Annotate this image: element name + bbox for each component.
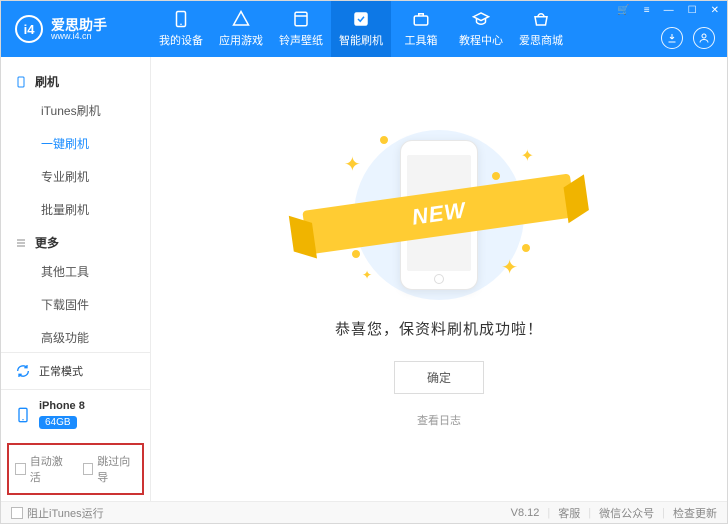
- music-icon: [292, 10, 310, 28]
- success-message: 恭喜您，保资料刷机成功啦！: [335, 318, 543, 339]
- link-check-update[interactable]: 检查更新: [673, 505, 717, 521]
- nav-store[interactable]: 爱思商城: [511, 1, 571, 57]
- sidebar-item-pro-flash[interactable]: 专业刷机: [1, 160, 150, 193]
- status-bar: 阻止iTunes运行 V8.12 | 客服 | 微信公众号 | 检查更新: [1, 501, 727, 523]
- checkbox-label: 阻止iTunes运行: [27, 505, 104, 521]
- ribbon-text: NEW: [410, 197, 467, 230]
- logo: i4 爱思助手 www.i4.cn: [1, 15, 151, 43]
- phone-icon: [15, 75, 27, 89]
- star-icon: ✦: [344, 152, 361, 177]
- checkbox-skip-guide[interactable]: 跳过向导: [83, 453, 137, 485]
- sidebar-item-itunes-flash[interactable]: iTunes刷机: [1, 94, 150, 127]
- checkbox-block-itunes[interactable]: 阻止iTunes运行: [11, 505, 104, 521]
- device-icon: [15, 407, 31, 423]
- star-icon: ✦: [362, 268, 372, 282]
- top-nav: 我的设备 应用游戏 铃声壁纸 智能刷机 工具箱 教程中心 爱思商城: [151, 1, 571, 57]
- toolbox-icon: [412, 10, 430, 28]
- star-icon: ✦: [501, 255, 518, 280]
- refresh-icon: [15, 363, 31, 379]
- nav-label: 工具箱: [405, 32, 438, 48]
- device-mode[interactable]: 正常模式: [1, 352, 150, 389]
- link-support[interactable]: 客服: [558, 505, 580, 521]
- nav-tutorial[interactable]: 教程中心: [451, 1, 511, 57]
- main-content: ✦ ✦ ✦ ✦ NEW 恭喜您，保资料刷机成功啦！ 确定 查看日志: [151, 57, 727, 501]
- group-title: 刷机: [35, 73, 59, 90]
- sidebar: 刷机 iTunes刷机 一键刷机 专业刷机 批量刷机 更多 其他工具 下载固件 …: [1, 57, 151, 501]
- success-illustration: ✦ ✦ ✦ ✦ NEW: [334, 130, 544, 300]
- user-icon[interactable]: [693, 27, 715, 49]
- nav-toolbox[interactable]: 工具箱: [391, 1, 451, 57]
- minimize-icon[interactable]: —: [660, 3, 678, 18]
- view-log-link[interactable]: 查看日志: [417, 412, 461, 428]
- nav-label: 应用游戏: [219, 32, 263, 48]
- version-label: V8.12: [511, 507, 540, 519]
- logo-title: 爱思助手: [51, 18, 107, 32]
- sidebar-item-advanced[interactable]: 高级功能: [1, 321, 150, 352]
- checkbox-auto-activate[interactable]: 自动激活: [15, 453, 69, 485]
- device-info[interactable]: iPhone 8 64GB: [1, 389, 150, 439]
- cart-icon[interactable]: 🛒: [613, 3, 633, 18]
- group-title: 更多: [35, 234, 59, 251]
- download-icon[interactable]: [661, 27, 683, 49]
- link-wechat[interactable]: 微信公众号: [599, 505, 654, 521]
- nav-label: 教程中心: [459, 32, 503, 48]
- nav-label: 我的设备: [159, 32, 203, 48]
- nav-label: 铃声壁纸: [279, 32, 323, 48]
- flash-icon: [352, 10, 370, 28]
- device-name: iPhone 8: [39, 400, 85, 412]
- menu-icon[interactable]: ≡: [640, 3, 654, 18]
- sidebar-group-flash: 刷机: [1, 65, 150, 94]
- logo-badge: i4: [15, 15, 43, 43]
- header-right: [661, 27, 715, 49]
- nav-label: 爱思商城: [519, 32, 563, 48]
- checkbox-icon: [15, 463, 26, 475]
- apps-icon: [232, 10, 250, 28]
- checkbox-label: 自动激活: [30, 453, 69, 485]
- sidebar-item-onekey-flash[interactable]: 一键刷机: [1, 127, 150, 160]
- storage-badge: 64GB: [39, 416, 77, 429]
- list-icon: [15, 236, 27, 250]
- phone-icon: [172, 10, 190, 28]
- star-icon: ✦: [521, 146, 534, 166]
- app-header: i4 爱思助手 www.i4.cn 我的设备 应用游戏 铃声壁纸 智能刷机 工具…: [1, 1, 727, 57]
- flash-options-highlight: 自动激活 跳过向导: [7, 443, 144, 495]
- hat-icon: [472, 10, 490, 28]
- sidebar-item-batch-flash[interactable]: 批量刷机: [1, 193, 150, 226]
- nav-label: 智能刷机: [339, 32, 383, 48]
- nav-my-device[interactable]: 我的设备: [151, 1, 211, 57]
- ok-button[interactable]: 确定: [394, 361, 484, 394]
- sidebar-item-download-fw[interactable]: 下载固件: [1, 288, 150, 321]
- maximize-icon[interactable]: ☐: [684, 3, 701, 18]
- nav-ringtone[interactable]: 铃声壁纸: [271, 1, 331, 57]
- nav-flash[interactable]: 智能刷机: [331, 1, 391, 57]
- logo-subtitle: www.i4.cn: [51, 32, 107, 41]
- checkbox-label: 跳过向导: [97, 453, 136, 485]
- close-icon[interactable]: ✕: [707, 3, 723, 18]
- sidebar-group-more: 更多: [1, 226, 150, 255]
- mode-label: 正常模式: [39, 363, 83, 379]
- window-controls: 🛒 ≡ — ☐ ✕: [613, 3, 723, 18]
- checkbox-icon: [11, 507, 23, 519]
- nav-apps[interactable]: 应用游戏: [211, 1, 271, 57]
- checkbox-icon: [83, 463, 94, 475]
- store-icon: [532, 10, 550, 28]
- sidebar-item-other-tools[interactable]: 其他工具: [1, 255, 150, 288]
